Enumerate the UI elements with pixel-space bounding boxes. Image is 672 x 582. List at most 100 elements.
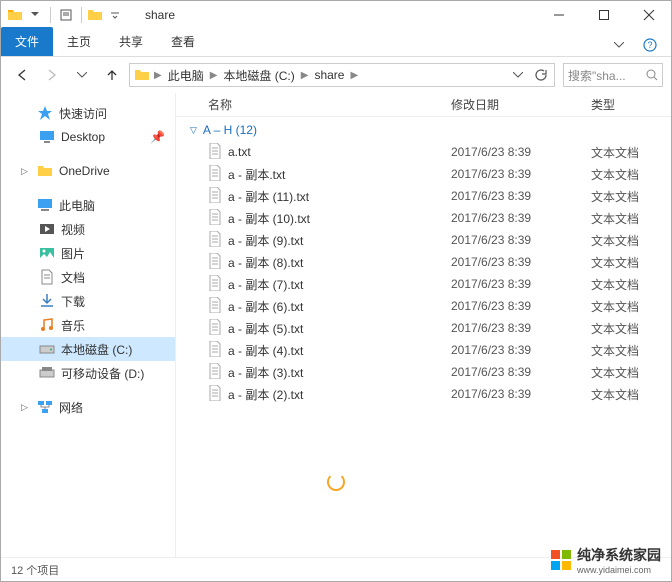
sidebar-item-quick-access[interactable]: ▷ 快速访问 [1,101,175,125]
breadcrumb-item[interactable]: share [310,66,348,84]
file-row[interactable]: a - 副本 (3).txt2017/6/23 8:39文本文档 [176,361,671,383]
up-button[interactable] [99,62,125,88]
sidebar-item-local-disk-c[interactable]: 本地磁盘 (C:) [1,337,175,361]
maximize-button[interactable] [581,1,626,29]
svg-text:?: ? [647,40,652,50]
text-file-icon [208,341,222,360]
close-button[interactable] [626,1,671,29]
file-row[interactable]: a - 副本 (9).txt2017/6/23 8:39文本文档 [176,229,671,251]
breadcrumb-item[interactable]: 此电脑 [164,65,208,86]
properties-icon[interactable] [56,5,76,25]
file-row[interactable]: a - 副本 (6).txt2017/6/23 8:39文本文档 [176,295,671,317]
back-button[interactable] [9,62,35,88]
file-date-cell: 2017/6/23 8:39 [451,321,591,335]
file-rows[interactable]: a.txt2017/6/23 8:39文本文档 a - 副本.txt 2017/6/… [176,141,671,557]
file-name: a - 副本 (10).txt [228,210,310,227]
file-row[interactable]: a.txt2017/6/23 8:39文本文档 [176,141,671,163]
file-type-cell: 文本文档 [591,188,671,205]
address-bar[interactable]: ▶ 此电脑 ▶ 本地磁盘 (C:) ▶ share ▶ [129,63,555,87]
chevron-down-icon: ▽ [190,125,197,136]
file-name: a - 副本 (8).txt [228,254,303,271]
help-button[interactable]: ? [639,34,661,56]
file-name-cell: a - 副本 (6).txt [188,297,451,316]
ribbon-expand-button[interactable] [604,34,634,56]
chevron-right-icon[interactable]: ▶ [208,70,220,81]
removable-drive-icon [39,365,55,381]
downloads-icon [39,293,55,309]
text-file-icon [208,253,222,272]
file-date-cell: 2017/6/23 8:39 [451,233,591,247]
sidebar-item-downloads[interactable]: 下载 [1,289,175,313]
file-row[interactable]: a - 副本 (5).txt2017/6/23 8:39文本文档 [176,317,671,339]
file-row[interactable]: a - 副本 (10).txt2017/6/23 8:39文本文档 [176,207,671,229]
sidebar-item-music[interactable]: 音乐 [1,313,175,337]
desktop-icon [39,129,55,145]
column-type[interactable]: 类型 [591,96,671,113]
column-name[interactable]: 名称 [188,96,451,113]
sidebar-item-pictures[interactable]: 图片 [1,241,175,265]
tab-view[interactable]: 查看 [157,27,209,56]
forward-button[interactable] [39,62,65,88]
qat-chevron-icon[interactable] [105,5,125,25]
minimize-button[interactable] [536,1,581,29]
tab-share[interactable]: 共享 [105,27,157,56]
sidebar-item-onedrive[interactable]: ▷ OneDrive [1,159,175,183]
file-name: a - 副本.txt [228,166,285,183]
file-type-cell: 文本文档 [591,386,671,403]
expand-icon[interactable]: ▷ [21,166,31,177]
column-date[interactable]: 修改日期 [451,96,591,113]
file-row[interactable]: a - 副本 (8).txt2017/6/23 8:39文本文档 [176,251,671,273]
file-row[interactable]: a - 副本 (7).txt2017/6/23 8:39文本文档 [176,273,671,295]
breadcrumb-item[interactable]: 本地磁盘 (C:) [219,65,298,86]
file-name: a - 副本 (4).txt [228,342,303,359]
window-title: share [145,8,175,22]
sidebar-item-removable-d[interactable]: 可移动设备 (D:) [1,361,175,385]
file-name-cell: a - 副本 (3).txt [188,363,451,382]
chevron-right-icon[interactable]: ▶ [348,70,360,81]
quick-access-toolbar [1,5,131,25]
file-date-cell: 2017/6/23 8:39 [451,145,591,159]
file-type-cell: 文本文档 [591,232,671,249]
recent-dropdown[interactable] [69,62,95,88]
chevron-right-icon[interactable]: ▶ [299,70,311,81]
address-dropdown-button[interactable] [508,65,528,85]
text-file-icon [208,209,222,228]
folder-icon[interactable] [87,7,103,23]
sidebar-item-documents[interactable]: 文档 [1,265,175,289]
file-name: a - 副本 (5).txt [228,320,303,337]
sidebar-item-this-pc[interactable]: ▷ 此电脑 [1,193,175,217]
file-date-cell: 2017/6/23 8:39 [451,167,591,181]
refresh-button[interactable] [530,65,550,85]
music-icon [39,317,55,333]
qat-dropdown-icon[interactable] [25,5,45,25]
group-header[interactable]: ▽ A – H (12) [176,117,671,141]
pin-icon: 📌 [150,130,165,144]
file-name-cell: a - 副本.txt [188,165,451,184]
file-name: a - 副本 (3).txt [228,364,303,381]
sidebar-item-network[interactable]: ▷ 网络 [1,395,175,419]
sidebar-item-videos[interactable]: 视频 [1,217,175,241]
title-bar: share [1,1,671,29]
search-input[interactable]: 搜索"sha... [563,63,663,87]
chevron-right-icon[interactable]: ▶ [152,70,164,81]
tab-file[interactable]: 文件 [1,27,53,56]
navigation-pane[interactable]: ▷ 快速访问 Desktop 📌 ▷ OneDrive [1,93,176,557]
expand-icon[interactable]: ▷ [21,402,31,413]
file-name-cell: a - 副本 (5).txt [188,319,451,338]
text-file-icon [208,187,222,206]
file-date-cell: 2017/6/23 8:39 [451,255,591,269]
file-row[interactable]: a - 副本.txt 2017/6/23 8:39文本文档 [176,163,671,185]
sidebar-item-desktop[interactable]: Desktop 📌 [1,125,175,149]
tab-home[interactable]: 主页 [53,27,105,56]
file-row[interactable]: a - 副本 (2).txt2017/6/23 8:39文本文档 [176,383,671,405]
file-name-cell: a - 副本 (10).txt [188,209,451,228]
text-file-icon [208,297,222,316]
file-type-cell: 文本文档 [591,166,671,183]
file-name-cell: a - 副本 (4).txt [188,341,451,360]
file-type-cell: 文本文档 [591,210,671,227]
text-file-icon [208,165,222,184]
file-row[interactable]: a - 副本 (4).txt2017/6/23 8:39文本文档 [176,339,671,361]
file-date-cell: 2017/6/23 8:39 [451,189,591,203]
file-row[interactable]: a - 副本 (11).txt2017/6/23 8:39文本文档 [176,185,671,207]
file-type-cell: 文本文档 [591,342,671,359]
